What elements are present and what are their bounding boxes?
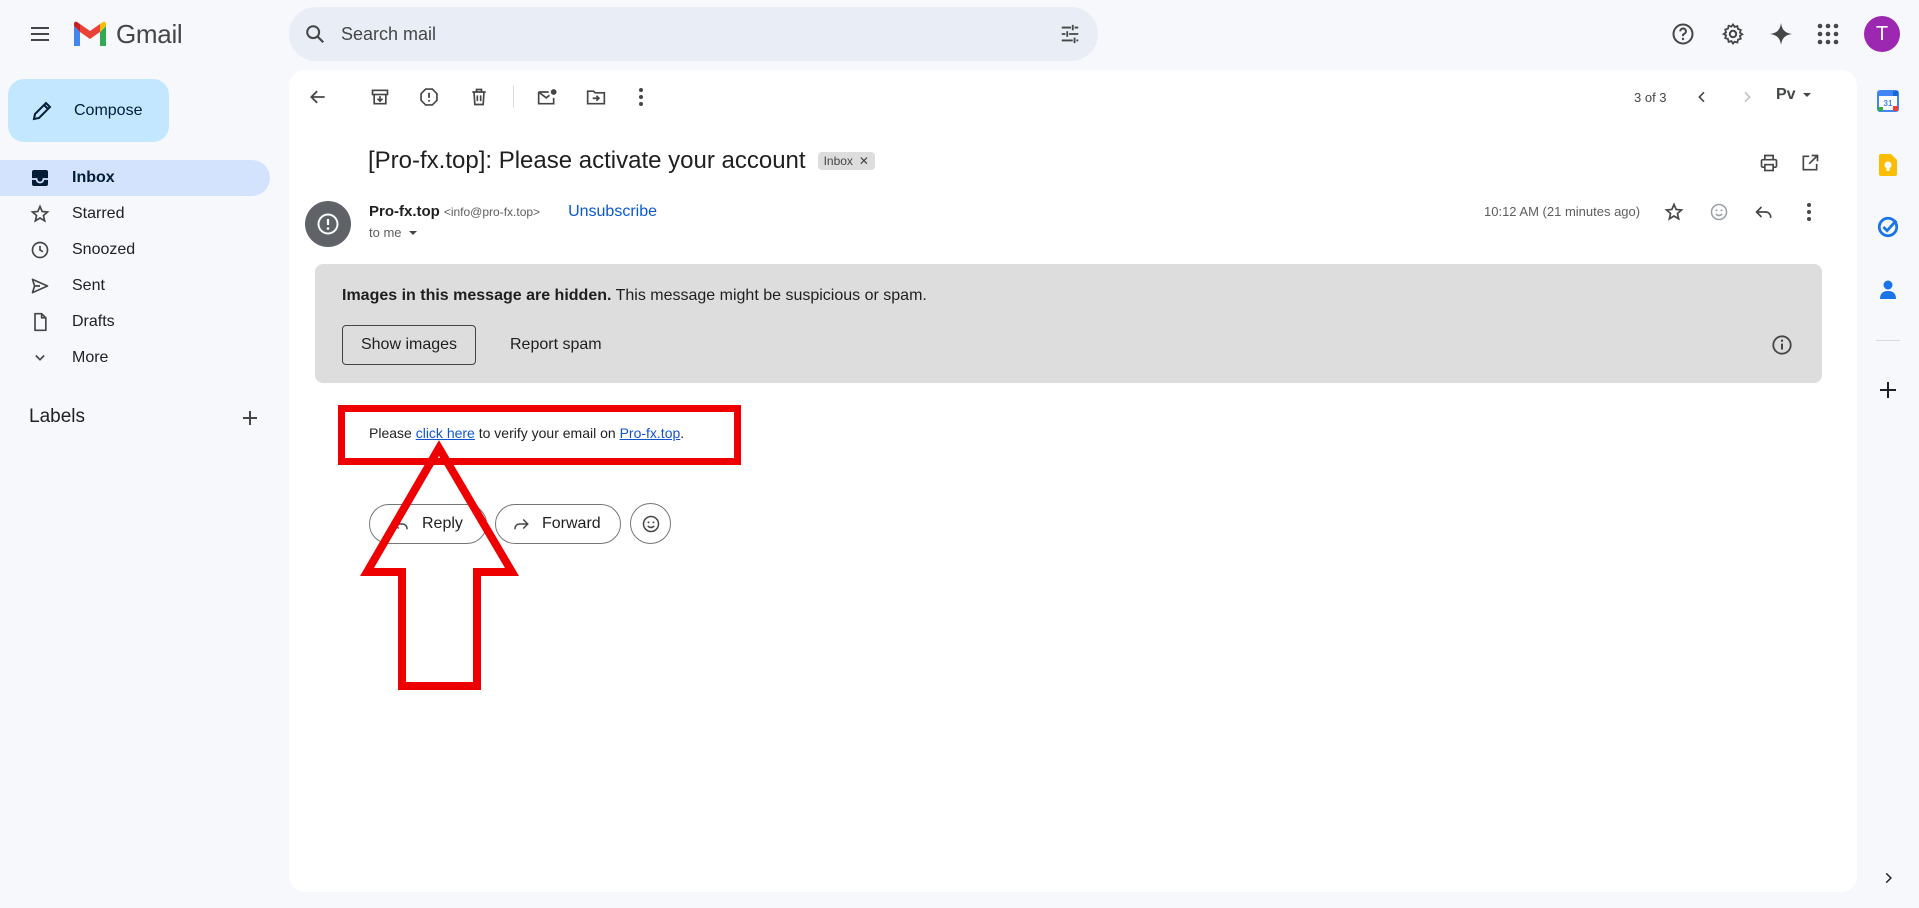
toolbar-divider [513,86,514,108]
app-name: Gmail [116,18,183,49]
email-subject: [Pro-fx.top]: Please activate your accou… [368,147,806,174]
delete-trash-icon[interactable] [461,79,497,115]
star-icon [30,204,50,224]
more-options-vertical-icon[interactable] [623,79,659,115]
message-more-vertical-icon[interactable] [1791,194,1827,230]
compose-label: Compose [74,101,143,119]
sidebar-item-inbox[interactable]: Inbox [0,160,270,196]
search-bar [289,7,1098,61]
hamburger-icon [31,27,49,41]
sender-email: <info@pro-fx.top> [443,205,541,219]
sidebar-item-sent[interactable]: Sent [0,268,270,304]
keep-app-icon[interactable] [1872,149,1904,181]
recipient-label: to me [369,225,402,240]
apps-grid-icon[interactable] [1808,14,1848,54]
warning-circle-icon [317,213,339,235]
contacts-app-icon[interactable] [1872,274,1904,306]
archive-icon[interactable] [362,79,398,115]
message-panel [289,70,1857,892]
pencil-icon [32,101,52,120]
gmail-m-icon [74,21,106,46]
message-counter: 3 of 3 [1634,90,1667,105]
sender-warning-avatar [305,201,351,247]
inbox-icon [30,168,50,188]
account-avatar[interactable]: T [1864,16,1900,52]
sidebar-item-more[interactable]: More [0,340,270,376]
caret-down-icon [408,230,417,235]
search-options-icon[interactable] [1042,23,1098,45]
tasks-app-icon[interactable] [1872,211,1904,243]
draft-icon [30,312,50,332]
help-icon[interactable] [1663,14,1703,54]
input-tools-selector[interactable]: Pv [1776,86,1812,104]
caret-down-icon [1802,93,1811,97]
main-menu-button[interactable] [20,14,60,54]
chevron-down-icon [30,348,50,368]
message-timestamp: 10:12 AM (21 minutes ago) [1484,204,1641,219]
input-tools-label: Pv [1776,86,1796,103]
sender-line: Pro-fx.top <info@pro-fx.top> Unsubscribe [369,203,657,221]
body-prefix: Please [369,425,416,441]
emoji-reaction-icon[interactable] [1701,194,1737,230]
older-chevron-right-icon[interactable] [1729,79,1765,115]
search-input[interactable] [341,23,1042,45]
sidebar-item-drafts[interactable]: Drafts [0,304,270,340]
get-addons-plus-icon[interactable] [1872,374,1904,406]
sidebar-item-label: Sent [72,277,105,294]
clock-icon [30,240,50,260]
sender-name[interactable]: Pro-fx.top [369,203,440,220]
settings-gear-icon[interactable] [1713,14,1753,54]
gemini-sparkle-icon[interactable] [1761,14,1801,54]
report-spam-icon[interactable] [411,79,447,115]
back-arrow-icon[interactable] [300,79,336,115]
move-to-folder-icon[interactable] [578,79,614,115]
print-icon[interactable] [1751,145,1787,181]
smiley-icon [642,515,659,532]
newer-chevron-left-icon[interactable] [1684,79,1720,115]
sidebar-item-label: More [72,349,109,366]
sidebar-item-label: Starred [72,205,125,222]
body-middle: to verify your email on [474,425,620,441]
annotation-up-arrow [360,440,519,690]
sidebar-item-label: Drafts [72,313,115,330]
calendar-app-icon[interactable]: 31 [1872,85,1904,117]
click-here-link[interactable]: click here [416,425,475,441]
sidebar-nav: Inbox Starred Snoozed Sent Drafts More [0,160,270,376]
label-chip-text: Inbox [823,154,853,168]
add-label-plus-icon[interactable] [236,404,264,432]
star-icon[interactable] [1656,194,1692,230]
expand-side-panel-chevron-icon[interactable] [1872,862,1904,894]
sidebar-item-label: Snoozed [72,241,136,258]
labels-heading: Labels [29,406,85,427]
sidebar-item-label: Inbox [72,169,115,186]
emoji-reaction-button[interactable] [630,503,671,544]
svg-text:31: 31 [1884,99,1893,108]
info-icon[interactable] [1767,330,1797,360]
report-spam-button[interactable]: Report spam [510,325,602,365]
pro-fx-link[interactable]: Pro-fx.top [620,425,681,441]
unsubscribe-link[interactable]: Unsubscribe [568,203,657,221]
search-icon[interactable] [289,23,341,45]
email-subject-row: [Pro-fx.top]: Please activate your accou… [368,147,875,175]
gmail-logo[interactable]: Gmail [72,18,183,50]
email-body-text: Please click here to verify your email o… [369,425,684,441]
forward-label: Forward [542,515,601,532]
inbox-label-chip: Inbox ✕ [817,152,875,170]
sidebar-item-snoozed[interactable]: Snoozed [0,232,270,268]
warning-rest-text: This message might be suspicious or spam… [611,287,927,304]
mark-unread-icon[interactable] [529,79,565,115]
warning-message: Images in this message are hidden. This … [342,287,927,305]
rail-divider [1876,340,1900,341]
recipient-details-toggle[interactable]: to me [369,225,418,240]
send-icon [30,276,50,296]
compose-button[interactable]: Compose [8,79,169,142]
reply-arrow-icon[interactable] [1746,194,1782,230]
open-in-new-window-icon[interactable] [1792,145,1828,181]
warning-bold-text: Images in this message are hidden. [342,287,612,304]
hidden-images-warning-banner: Images in this message are hidden. This … [315,264,1822,383]
sidebar-item-starred[interactable]: Starred [0,196,270,232]
remove-label-close-icon[interactable]: ✕ [859,154,869,168]
show-images-button[interactable]: Show images [342,325,476,365]
body-suffix: . [680,425,685,441]
